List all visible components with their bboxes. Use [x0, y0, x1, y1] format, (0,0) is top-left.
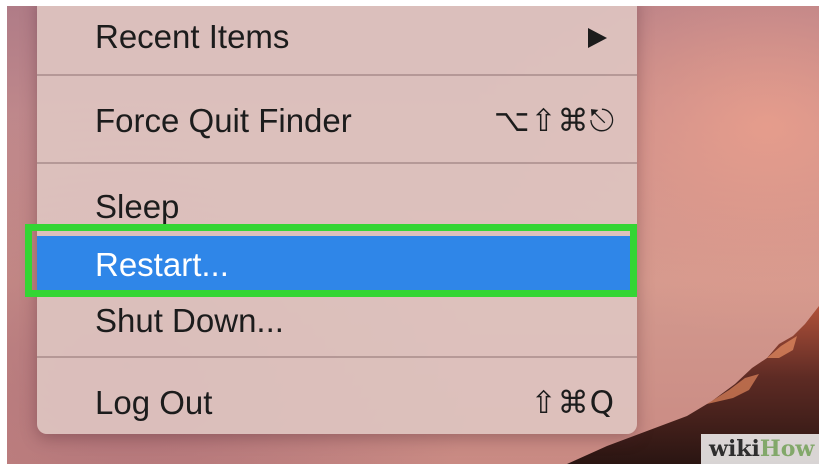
menu-item-shortcut: ⇧⌘Q: [530, 385, 615, 421]
menu-separator: [37, 74, 637, 76]
menu-item-label: Recent Items: [95, 18, 290, 55]
wikihow-watermark: wikiHow: [701, 434, 819, 464]
menu-item-recent-items[interactable]: Recent Items: [37, 8, 637, 66]
menu-separator: [37, 356, 637, 358]
menu-item-shut-down[interactable]: Shut Down...: [37, 292, 637, 350]
menu-item-force-quit-finder[interactable]: Force Quit Finder ⌥⇧⌘⎋: [37, 92, 637, 150]
desktop-background: Recent Items Force Quit Finder ⌥⇧⌘⎋ Slee…: [7, 6, 819, 464]
apple-menu-dropdown: Recent Items Force Quit Finder ⌥⇧⌘⎋ Slee…: [37, 6, 637, 434]
watermark-how: How: [759, 436, 815, 462]
restart-highlight-box: [25, 224, 637, 297]
menu-item-label: Log Out: [95, 384, 213, 421]
watermark-wiki: wiki: [709, 436, 760, 462]
menu-separator: [37, 162, 637, 164]
menu-item-log-out[interactable]: Log Out ⇧⌘Q: [37, 374, 637, 432]
triangle-right-icon: [588, 28, 607, 48]
menu-item-label: Force Quit Finder: [95, 102, 352, 139]
menu-item-shortcut: ⌥⇧⌘⎋: [493, 103, 615, 139]
menu-item-label: Shut Down...: [95, 302, 284, 339]
